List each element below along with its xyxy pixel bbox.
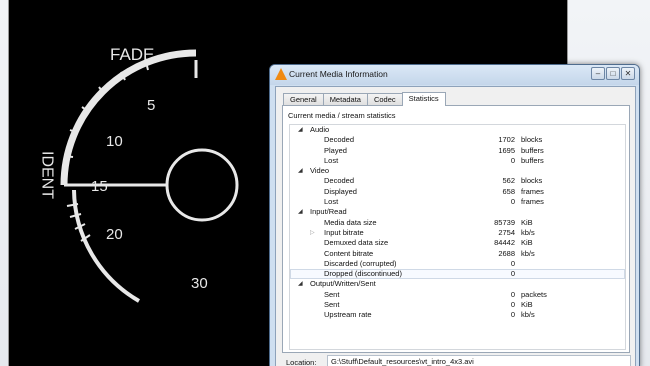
tree-row[interactable]: Lost 0 buffers	[290, 156, 625, 166]
stat-label: Displayed	[324, 186, 357, 196]
stat-label: Played	[324, 145, 347, 155]
tab-statistics[interactable]: Statistics	[401, 92, 446, 106]
tree-row[interactable]: Sent 0 KiB	[290, 300, 625, 310]
stat-value: 0	[510, 289, 515, 299]
tree-row[interactable]: Demuxed data size 84442 KiB	[290, 238, 625, 248]
expand-arrow-icon[interactable]: ▷	[310, 228, 315, 238]
location-bar: Location: G:\Stuff\Default_resources\vt_…	[282, 355, 631, 366]
gauge-tick-10: 10	[106, 133, 123, 150]
tree-row[interactable]: Sent 0 packets	[290, 290, 625, 300]
stat-value: 0	[510, 258, 515, 268]
collapse-arrow-icon[interactable]: ◢	[298, 279, 303, 289]
stat-label: Lost	[324, 197, 339, 207]
stat-label: Media data size	[324, 217, 377, 227]
stat-value: 2688	[498, 248, 515, 258]
panel-heading: Current media / stream statistics	[288, 111, 396, 120]
category-label: Output/Written/Sent	[310, 279, 376, 289]
stat-label: Demuxed data size	[324, 238, 389, 248]
dialog-title: Current Media Information	[289, 69, 388, 79]
stat-unit: KiB	[521, 217, 533, 227]
vlc-cone-icon	[275, 68, 287, 80]
stat-label: Input bitrate	[324, 227, 364, 237]
minimize-button[interactable]: –	[591, 67, 605, 80]
stat-value: 84442	[494, 238, 515, 248]
tree-row[interactable]: Displayed 658 frames	[290, 187, 625, 197]
tree-row[interactable]: Media data size 85739 KiB	[290, 218, 625, 228]
statistics-tree[interactable]: ◢ Audio Decoded 1702 blocks Played 1695 …	[289, 124, 626, 350]
dialog-titlebar[interactable]: Current Media Information – □ ✕	[270, 65, 639, 85]
tree-row-selected[interactable]: Dropped (discontinued) 0	[290, 269, 625, 280]
media-info-dialog: Current Media Information – □ ✕ General …	[269, 64, 640, 366]
gauge-label-ident: IDENT	[39, 151, 56, 199]
tree-row[interactable]: Upstream rate 0 kb/s	[290, 310, 625, 320]
stat-label: Decoded	[324, 135, 355, 145]
stat-label: Dropped (discontinued)	[324, 269, 402, 279]
stat-label: Sent	[324, 300, 340, 310]
stat-label: Sent	[324, 289, 340, 299]
gauge-lower-arc	[72, 189, 141, 303]
tree-row[interactable]: Played 1695 buffers	[290, 146, 625, 156]
stat-value: 1695	[498, 145, 515, 155]
gauge-tick-20: 20	[106, 226, 123, 243]
stat-unit: kb/s	[521, 248, 535, 258]
stat-value: 658	[502, 186, 515, 196]
category-label: Audio	[310, 125, 330, 134]
collapse-arrow-icon[interactable]: ◢	[298, 207, 303, 217]
stat-unit: kb/s	[521, 310, 535, 320]
stat-unit: frames	[521, 197, 544, 207]
stat-label: Upstream rate	[324, 310, 372, 320]
gauge-tick-15: 15	[91, 178, 108, 195]
gauge-tick-30: 30	[191, 275, 208, 292]
stat-value: 562	[502, 176, 515, 186]
collapse-arrow-icon[interactable]: ◢	[298, 166, 303, 176]
gauge-label-fade: FADE	[110, 45, 154, 64]
stat-unit: buffers	[521, 145, 544, 155]
tree-row[interactable]: Lost 0 frames	[290, 197, 625, 207]
dialog-client-area: General Metadata Codec Statistics Curren…	[275, 86, 636, 366]
tree-row[interactable]: Decoded 562 blocks	[290, 176, 625, 186]
gauge-center-circle	[165, 148, 239, 222]
category-label: Video	[310, 166, 330, 176]
tree-category-input[interactable]: ◢ Input/Read	[290, 207, 625, 217]
stat-value: 0	[510, 269, 515, 279]
stat-value: 0	[510, 300, 515, 310]
maximize-button[interactable]: □	[606, 67, 620, 80]
tree-category-audio[interactable]: ◢ Audio	[290, 125, 625, 135]
tab-bar: General Metadata Codec Statistics	[283, 92, 446, 106]
window-controls: – □ ✕	[591, 67, 635, 80]
stat-label: Lost	[324, 155, 339, 165]
location-field[interactable]: G:\Stuff\Default_resources\vt_intro_4x3.…	[327, 355, 631, 366]
stat-unit: KiB	[521, 238, 533, 248]
stat-unit: blocks	[521, 135, 543, 145]
stat-label: Decoded	[324, 176, 355, 186]
location-label: Location:	[286, 358, 317, 366]
tree-category-output[interactable]: ◢ Output/Written/Sent	[290, 279, 625, 289]
stat-value: 2754	[498, 227, 515, 237]
stat-value: 0	[510, 310, 515, 320]
stat-value: 85739	[494, 217, 515, 227]
stat-unit: KiB	[521, 300, 533, 310]
tree-row[interactable]: ▷ Input bitrate 2754 kb/s	[290, 228, 625, 238]
stat-value: 0	[510, 155, 515, 165]
category-label: Input/Read	[310, 207, 347, 217]
tree-row[interactable]: Decoded 1702 blocks	[290, 135, 625, 145]
collapse-arrow-icon[interactable]: ◢	[298, 125, 303, 135]
tree-category-video[interactable]: ◢ Video	[290, 166, 625, 176]
gauge-tick-5: 5	[147, 97, 155, 114]
stat-label: Discarded (corrupted)	[324, 258, 397, 268]
statistics-panel: Current media / stream statistics ◢ Audi…	[282, 105, 630, 353]
gauge-outer-arc	[60, 49, 197, 186]
stat-value: 1702	[498, 135, 515, 145]
stat-unit: frames	[521, 186, 544, 196]
stat-value: 0	[510, 197, 515, 207]
stat-unit: blocks	[521, 176, 543, 186]
stat-unit: kb/s	[521, 227, 535, 237]
tree-row[interactable]: Content bitrate 2688 kb/s	[290, 249, 625, 259]
tree-row[interactable]: Discarded (corrupted) 0	[290, 259, 625, 269]
stat-unit: packets	[521, 289, 547, 299]
stat-unit: buffers	[521, 155, 544, 165]
stat-label: Content bitrate	[324, 248, 374, 258]
close-button[interactable]: ✕	[621, 67, 635, 80]
